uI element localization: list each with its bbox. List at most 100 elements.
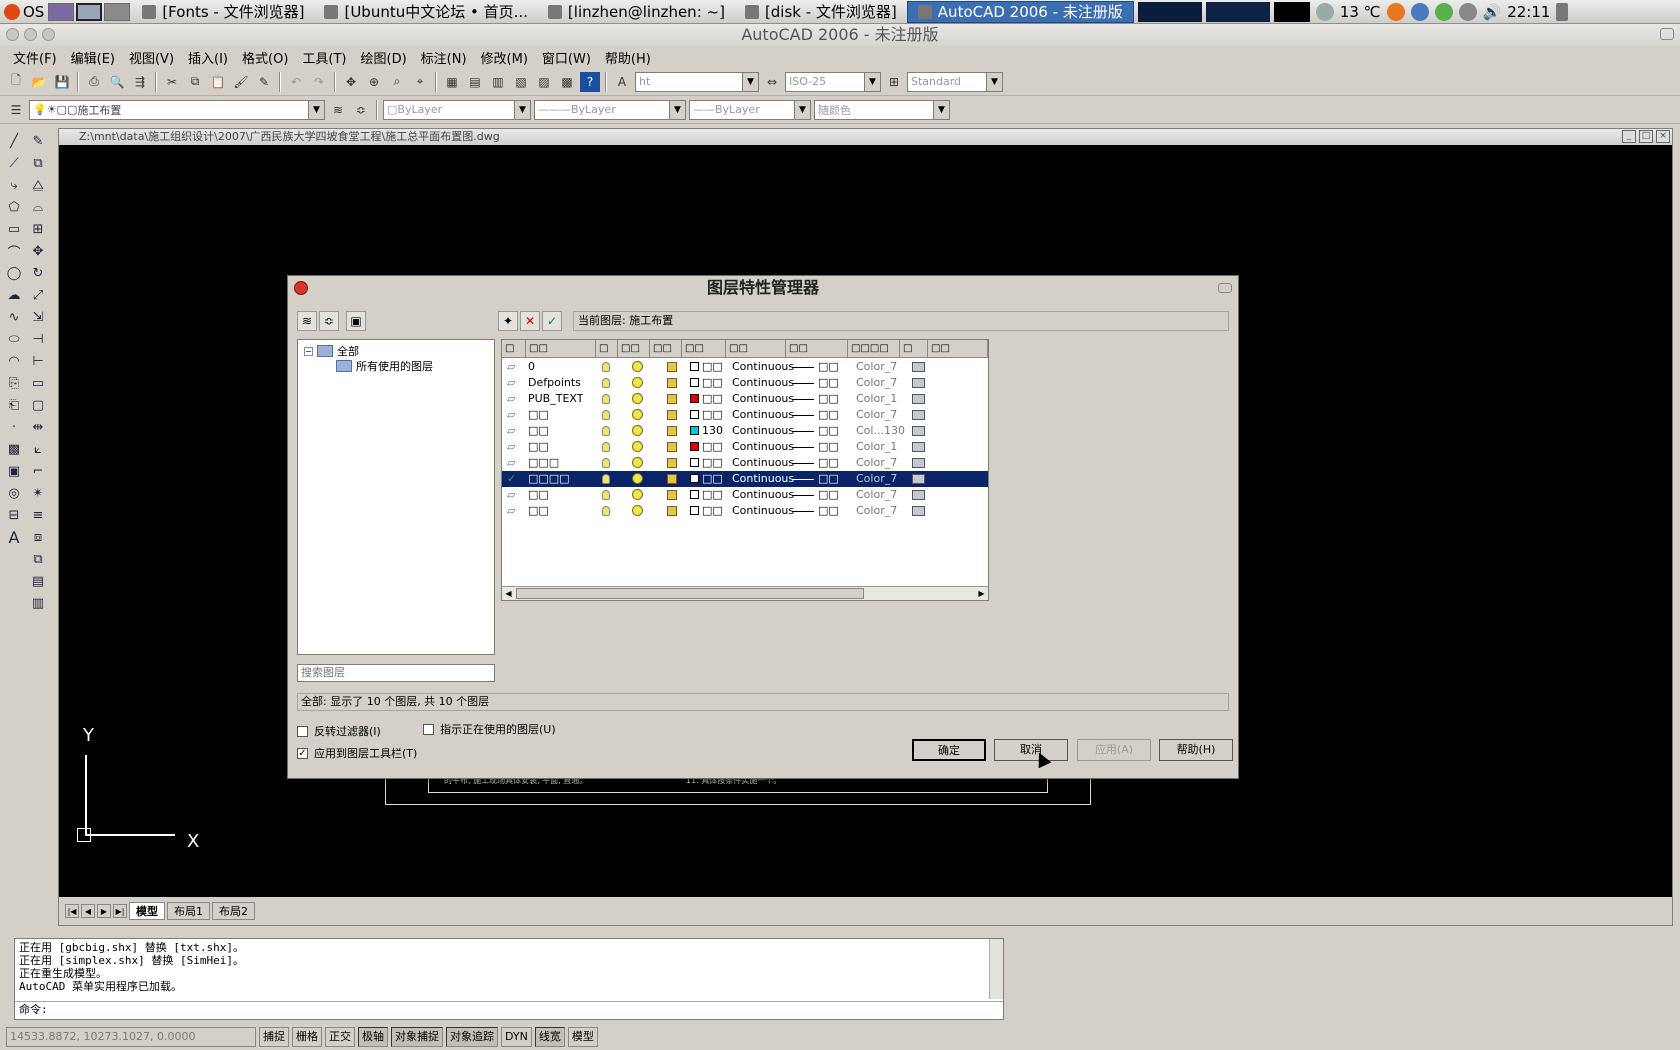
cancel-button[interactable]: 取消 [994,739,1068,761]
linetype-label[interactable]: Continuous [732,375,794,391]
menu-item[interactable]: 修改(M) [474,48,535,67]
zoom-previous-icon[interactable]: ⌖ [410,72,430,92]
cut-icon[interactable]: ✂ [162,72,182,92]
erase-icon[interactable]: ✎ [26,130,50,152]
status-toggle-button[interactable]: 捕捉 [259,1027,289,1047]
invert-filter-checkbox[interactable]: 反转过滤器(I) [297,723,381,739]
help-button[interactable]: 帮助(H) [1159,739,1233,761]
color-swatch[interactable] [690,391,699,407]
menu-item[interactable]: 插入(I) [181,48,235,67]
color-swatch[interactable] [690,455,699,471]
column-header[interactable]: □□ [726,340,786,358]
calculator-icon[interactable]: ▩ [557,72,577,92]
polyline-icon[interactable]: ⤷ [2,174,26,196]
unlock-icon[interactable] [667,439,677,455]
construction-line-icon[interactable]: ⟋ [2,152,26,174]
clock-label[interactable]: 22:11 [1507,3,1550,21]
lineweight-sample[interactable] [792,503,814,519]
taskbar-task[interactable]: [linzhen@linzhen: ~] [538,1,735,23]
column-header[interactable]: □□ [650,340,682,358]
checkbox-box[interactable] [423,723,434,735]
lineweight-combo[interactable]: —— ByLayer ▼ [689,99,811,120]
network-icon[interactable] [1410,2,1429,21]
collapse-icon[interactable]: − [304,346,313,356]
bulb-on-icon[interactable] [602,471,610,487]
color-swatch[interactable] [690,439,699,455]
lineweight-sample[interactable] [792,407,814,423]
workspace-switcher-2[interactable] [76,2,103,21]
move-icon[interactable]: ✥ [26,240,50,262]
layer-row[interactable]: ▱ □□ □□ Continuous □□ Color_7 [502,487,988,503]
stretch-icon[interactable]: ⇲ [26,306,50,328]
printer-icon[interactable] [912,471,925,487]
menu-item[interactable]: 视图(V) [122,48,181,67]
layer-name[interactable]: PUB_TEXT [528,391,583,407]
new-file-icon[interactable]: 🗋 [6,72,26,92]
point-icon[interactable]: · [2,416,26,438]
menu-item[interactable]: 标注(N) [414,48,474,67]
drawing-titlebar[interactable]: Z:\mnt\data\施工组织设计\2007\广西民族大学四坡食堂工程\施工总… [59,129,1672,145]
layer-row[interactable]: ▱ □□□ □□ Continuous □□ Color_7 [502,455,988,471]
make-block-icon[interactable]: ⎗ [2,394,26,416]
table-icon[interactable]: ⊟ [2,504,26,526]
layer-name[interactable]: □□□ [528,455,559,471]
scroll-right-icon[interactable]: ▶ [975,587,988,600]
color-swatch[interactable] [690,359,699,375]
lineweight-sample[interactable] [792,375,814,391]
window-shade-button[interactable] [1660,28,1674,40]
unlock-icon[interactable] [667,487,677,503]
multiline-text-icon[interactable]: A [2,526,26,548]
battery-icon[interactable] [1556,2,1569,21]
linetype-combo[interactable]: ——— ByLayer ▼ [534,99,686,120]
unlock-icon[interactable] [667,407,677,423]
command-input[interactable]: 命令: [15,1001,1003,1019]
ok-button[interactable]: 确定 [912,739,986,761]
break-icon[interactable]: ▢ [26,394,50,416]
layer-row[interactable]: ▱ □□ □□ Continuous □□ Color_7 [502,407,988,423]
trim-icon[interactable]: ⊣ [26,328,50,350]
linetype-label[interactable]: Continuous [732,487,794,503]
lineweight-sample[interactable] [792,423,814,439]
printer-icon[interactable] [912,487,925,503]
printer-icon[interactable] [912,407,925,423]
layer-row[interactable]: ▱ □□ 130 Continuous □□ Col...130 [502,423,988,439]
table-style-combo[interactable]: Standard ▼ [907,71,1003,92]
tool-palettes-icon[interactable]: ▥ [488,72,508,92]
column-header[interactable]: □□ [526,340,596,358]
menu-item[interactable]: 文件(F) [6,48,64,67]
join-icon[interactable]: ⇹ [26,416,50,438]
column-header[interactable]: □□ [682,340,726,358]
line-icon[interactable]: ╱ [2,130,26,152]
checkmark-icon[interactable]: ✓ [297,747,308,759]
update-icon[interactable] [1386,2,1405,21]
layer-combo[interactable]: 💡☀▢▢ 施工布置 ▼ [29,99,325,120]
unlock-icon[interactable] [667,423,677,439]
hatch-icon[interactable]: ▩ [2,438,26,460]
dialog-titlebar[interactable]: 图层特性管理器 [288,276,1238,300]
menu-item[interactable]: 格式(O) [235,48,295,67]
spline-icon[interactable]: ∿ [2,306,26,328]
layer-row[interactable]: ▱ 0 □□ Continuous □□ Color_7 [502,359,988,375]
column-header[interactable]: □□□□ [848,340,900,358]
copy-object-icon[interactable]: ⧉ [26,152,50,174]
prev-tab-button[interactable]: ◀ [81,904,95,918]
layer-states-manager-icon[interactable]: ▣ [346,311,366,331]
sun-thaw-icon[interactable] [632,407,643,423]
layer-name[interactable]: □□□□ [528,471,570,487]
layer-row[interactable]: ▱ □□ □□ Continuous □□ Color_7 [502,503,988,519]
unlock-icon[interactable] [667,391,677,407]
gradient-icon[interactable]: ▣ [2,460,26,482]
linetype-label[interactable]: Continuous [732,407,794,423]
save-icon[interactable]: 💾 [52,72,72,92]
linetype-label[interactable]: Continuous [732,439,794,455]
send-back-icon[interactable]: ⧉ [26,548,50,570]
layer-previous-icon[interactable]: ≎ [351,100,371,120]
taskbar-task[interactable]: [disk - 文件浏览器] [735,1,907,23]
scale-icon[interactable]: ⤢ [26,284,50,306]
break-at-point-icon[interactable]: ▭ [26,372,50,394]
printer-icon[interactable] [912,391,925,407]
lineweight-sample[interactable] [792,391,814,407]
bring-front-icon[interactable]: ⧈ [26,526,50,548]
lineweight-sample[interactable] [792,359,814,375]
dialog-close-button[interactable] [294,281,308,295]
